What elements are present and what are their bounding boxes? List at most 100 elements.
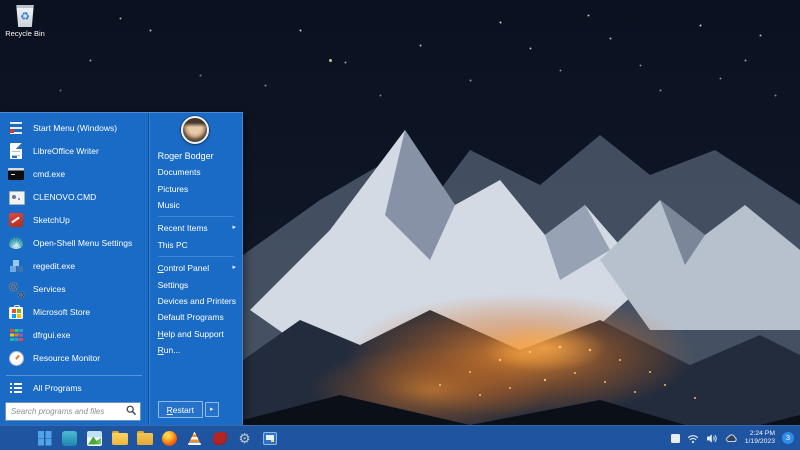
menu-separator [6,375,142,376]
folder-icon [136,430,153,446]
pictures-item[interactable]: Pictures [149,180,242,196]
volume-icon[interactable] [706,433,718,444]
menu-item-label: Open-Shell Menu Settings [33,237,133,248]
all-programs-item[interactable]: All Programs [4,378,146,398]
documents-item[interactable]: Documents [149,164,242,180]
windows-logo-icon [36,430,53,447]
recent-items-item[interactable]: Recent Items ▸ [149,220,242,236]
menu-item-services[interactable]: ⚙ ⚙ Services [4,277,146,300]
settings-item[interactable]: Settings [149,276,242,292]
taskbar-vlc-button[interactable] [186,430,203,447]
menu-item-microsoft-store[interactable]: Microsoft Store [4,300,146,323]
clock-time: 2:24 PM [749,429,775,437]
gear-icon: ⚙ [238,430,251,446]
vlc-cone-icon [187,431,202,446]
taskbar-settings-button[interactable]: ⚙ [236,430,253,447]
taskbar-teal-app-button[interactable] [61,430,78,447]
this-pc-label: This PC [157,239,188,250]
regedit-icon [8,258,24,274]
start-menu-places-column: Roger Bodger Documents Pictures Music Re… [147,113,242,425]
defrag-icon [8,327,24,343]
menu-item-open-shell-settings[interactable]: Open-Shell Menu Settings [4,231,146,254]
cloud-icon[interactable] [725,433,738,443]
restart-label: Restart [166,404,194,415]
menu-item-cmd[interactable]: cmd.exe [4,162,146,185]
restart-button[interactable]: Restart [157,401,203,418]
music-label: Music [157,199,180,210]
search-icon [126,405,136,416]
menu-item-label: Services [33,283,66,294]
taskbar-firefox-button[interactable] [161,430,178,447]
settings-label: Settings [157,279,189,290]
devices-printers-item[interactable]: Devices and Printers [149,293,242,309]
menu-item-label: SketchUp [33,214,70,225]
menu-separator [157,216,234,218]
recycle-bin-icon: ♻ [16,5,34,27]
recycle-bin-desktop-icon[interactable]: ♻ Recycle Bin [2,5,48,38]
menu-item-label: cmd.exe [33,168,66,179]
this-pc-item[interactable]: This PC [149,237,242,253]
restart-row: Restart ▸ [149,401,242,425]
menu-item-label: dfrgui.exe [33,329,71,340]
clock-date: 1/19/2023 [744,438,775,445]
photos-icon [87,430,102,446]
menu-item-start-menu-windows[interactable]: Start Menu (Windows) [4,116,146,139]
devices-printers-label: Devices and Printers [157,295,236,306]
search-input[interactable] [5,402,141,421]
menu-item-label: LibreOffice Writer [33,145,99,156]
menu-item-regedit[interactable]: regedit.exe [4,254,146,277]
help-support-item[interactable]: Help and Support [149,326,242,342]
desktop: ♻ Recycle Bin Start Menu (Windows) Libre… [0,0,800,450]
start-button[interactable] [36,430,53,447]
recycle-arrows-icon: ♻ [20,10,30,23]
menu-item-label: Resource Monitor [33,352,101,363]
documents-label: Documents [157,167,201,178]
run-label: Run... [157,345,181,356]
control-panel-label: Control Panel [157,263,210,274]
user-avatar[interactable] [181,116,210,144]
taskbar-red-app-button[interactable] [211,430,228,447]
recycle-bin-label: Recycle Bin [5,29,45,38]
submenu-arrow-icon: ▸ [232,224,236,232]
notification-badge[interactable]: 3 [782,432,794,444]
help-support-label: Help and Support [157,328,224,339]
system-tray: 2:24 PM 1/19/2023 3 [670,430,794,447]
taskbar-clock[interactable]: 2:24 PM 1/19/2023 [745,430,775,447]
start-menu-pinned-column: Start Menu (Windows) LibreOffice Writer … [0,113,148,425]
default-programs-item[interactable]: Default Programs [149,309,242,325]
user-name: Roger Bodger [157,150,214,161]
taskbar-folder-button[interactable] [136,430,153,447]
restart-options-button[interactable]: ▸ [204,402,219,417]
sketchup-icon [8,212,24,228]
taskbar-file-explorer-button[interactable] [111,430,128,447]
menu-item-sketchup[interactable]: SketchUp [4,208,146,231]
taskbar-system-app-button[interactable] [261,430,278,447]
user-name-item[interactable]: Roger Bodger [149,147,242,164]
libreoffice-writer-icon [8,142,24,159]
start-menu-panel: Start Menu (Windows) LibreOffice Writer … [0,112,243,425]
run-item[interactable]: Run... [149,342,242,358]
menu-separator [157,255,234,257]
search-box [5,401,141,421]
taskbar-photos-button[interactable] [86,430,103,447]
menu-item-label: Microsoft Store [33,306,91,317]
menu-item-clenovo-cmd[interactable]: CLENOVO.CMD [4,185,146,208]
menu-item-libreoffice-writer[interactable]: LibreOffice Writer [4,139,146,162]
resource-monitor-icon [8,350,24,366]
all-programs-list-icon [8,380,24,396]
menu-item-resource-monitor[interactable]: Resource Monitor [4,346,146,369]
stars [0,0,1,1]
teal-app-icon [62,430,77,446]
wifi-icon[interactable] [687,433,699,444]
pictures-label: Pictures [157,183,189,194]
music-item[interactable]: Music [149,197,242,213]
system-app-icon [262,431,277,445]
tray-app-icon[interactable] [670,433,680,443]
start-menu-app-icon [8,120,24,136]
cmd-terminal-icon [8,166,24,182]
control-panel-item[interactable]: Control Panel ▸ [149,260,242,276]
firefox-icon [162,430,177,446]
gear-glyph: ⚙ [16,289,25,300]
user-block [149,116,242,144]
menu-item-dfrgui[interactable]: dfrgui.exe [4,323,146,346]
